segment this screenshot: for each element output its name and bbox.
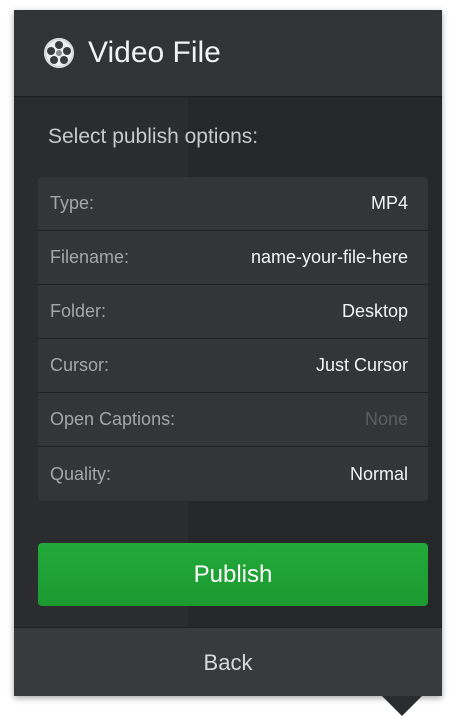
option-row-cursor[interactable]: Cursor: Just Cursor — [38, 339, 428, 393]
option-value: name-your-file-here — [250, 247, 408, 267]
option-label: Quality: — [50, 463, 112, 484]
panel-header: Video File — [14, 10, 442, 97]
option-row-open-captions[interactable]: Open Captions: None — [38, 393, 428, 447]
option-label: Open Captions: — [50, 409, 176, 429]
option-value: None — [364, 409, 408, 429]
options-list: Type: MP4 Filename: name-your-file-here … — [38, 177, 428, 501]
option-row-filename[interactable]: Filename: name-your-file-here — [38, 231, 428, 285]
option-label: Type: — [50, 193, 95, 213]
option-row-type[interactable]: Type: MP4 — [38, 177, 428, 231]
back-button[interactable]: Back — [14, 627, 442, 696]
film-reel-icon — [44, 38, 74, 68]
section-subtitle: Select publish options: — [48, 125, 259, 148]
publish-button[interactable]: Publish — [38, 543, 428, 606]
popover-pointer — [382, 696, 422, 716]
option-row-folder[interactable]: Folder: Desktop — [38, 285, 428, 339]
option-value: Just Cursor — [315, 355, 408, 375]
option-label: Cursor: — [50, 355, 110, 375]
option-label: Folder: — [50, 301, 107, 321]
publish-panel: Video File Select publish options: Type:… — [14, 10, 442, 696]
option-value: Desktop — [341, 301, 408, 321]
option-row-quality[interactable]: Quality: Normal — [38, 447, 428, 501]
option-value: Normal — [349, 463, 408, 484]
option-value: MP4 — [370, 193, 408, 213]
option-label: Filename: — [50, 247, 130, 267]
page-title: Video File — [88, 36, 221, 69]
